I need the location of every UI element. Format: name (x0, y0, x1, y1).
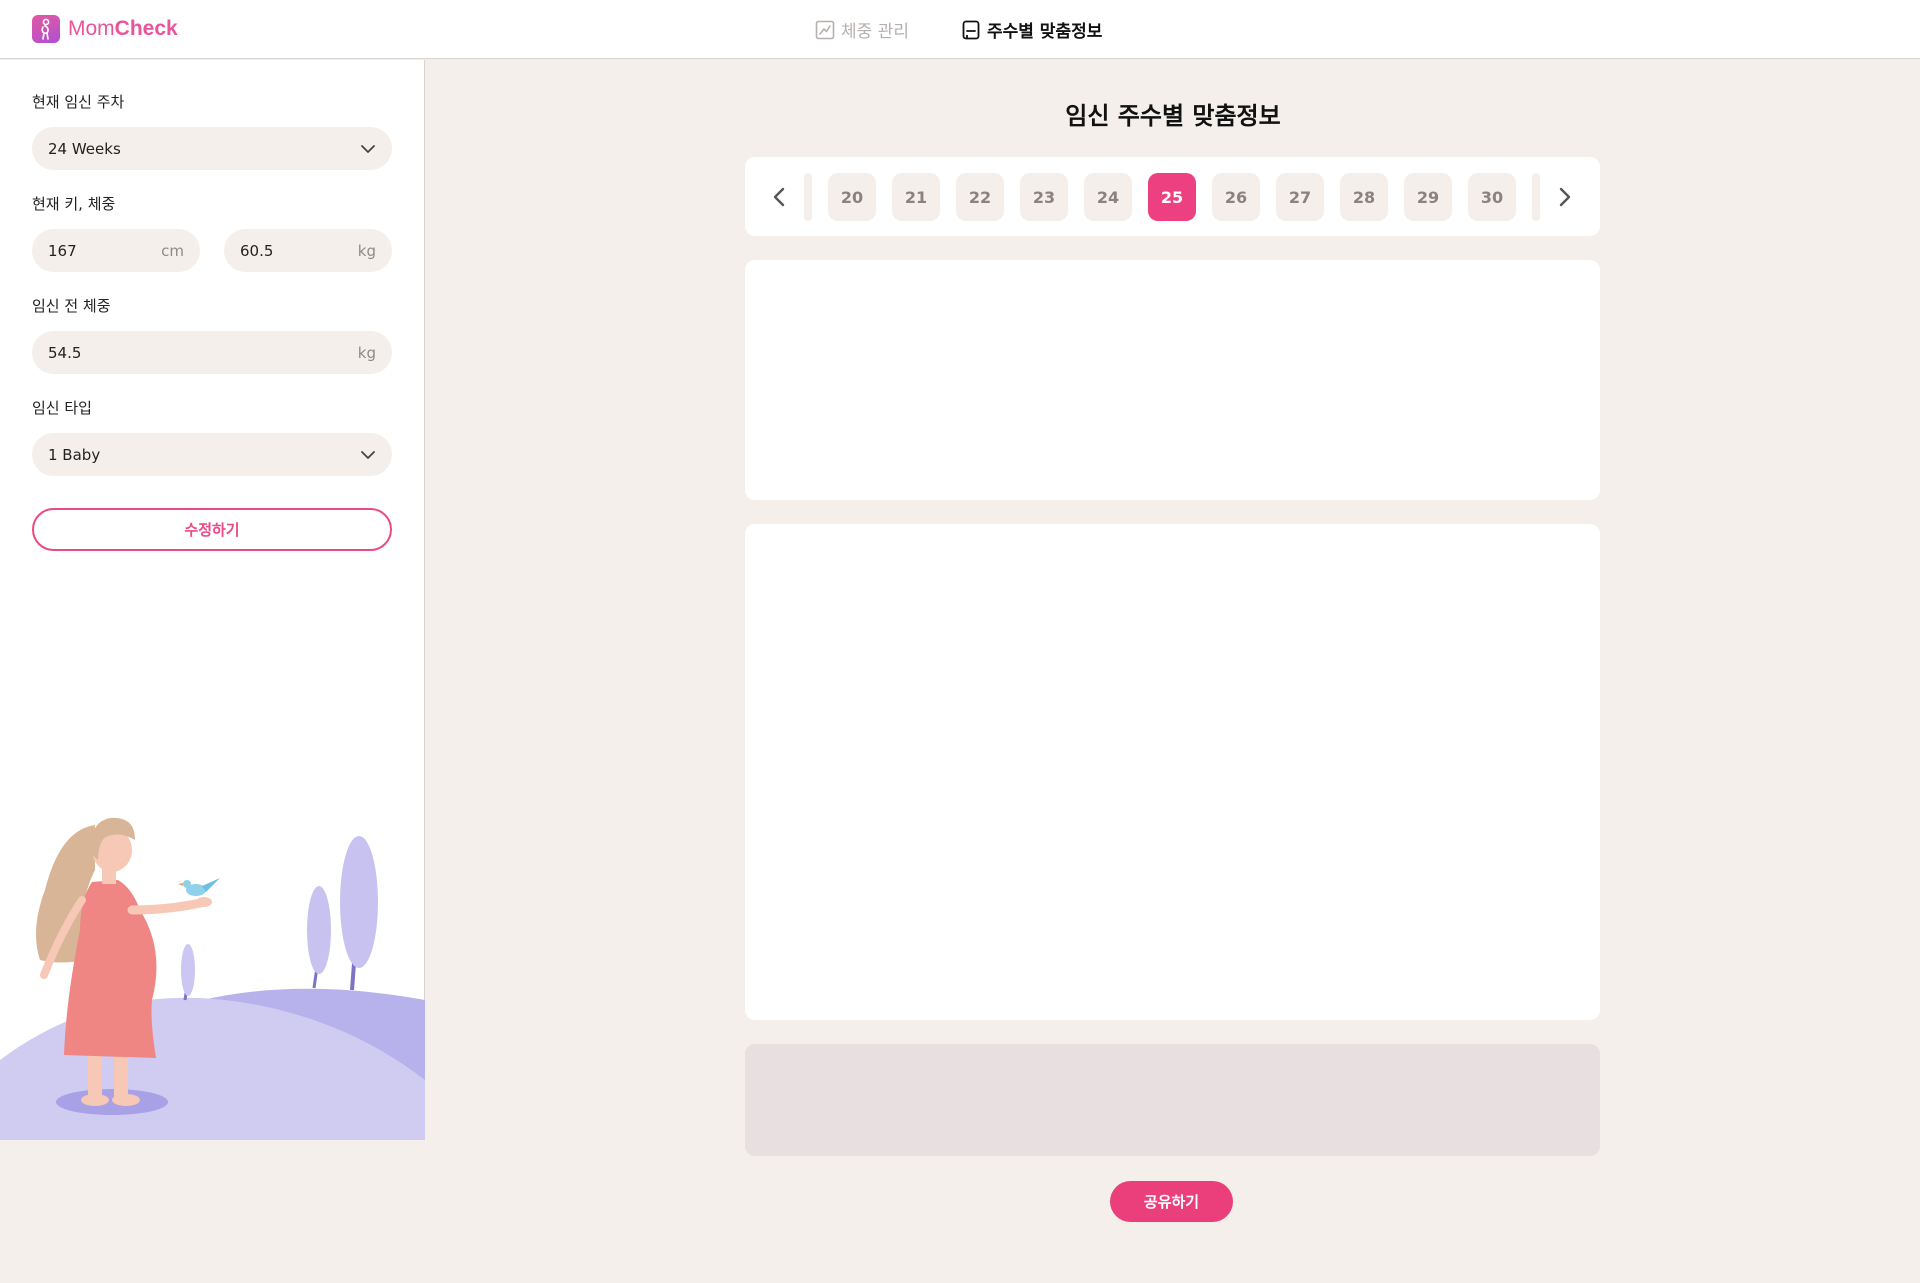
main-nav: 체중 관리 주수별 맞춤정보 (815, 17, 1102, 42)
logo-text-check: Check (114, 17, 178, 40)
week-chip-partial (804, 173, 812, 221)
nav-weight-management-label: 체중 관리 (841, 22, 909, 42)
nav-weight-management[interactable]: 체중 관리 (815, 17, 909, 42)
pregnancy-type-field-label: 임신 타입 (32, 399, 92, 417)
prepregnancy-weight-value: 54.5 (48, 343, 82, 362)
share-button[interactable]: 공유하기 (1110, 1181, 1233, 1222)
week-select-value: 24 Weeks (48, 139, 121, 158)
week-chip[interactable]: 28 (1340, 173, 1388, 221)
logo-icon (32, 15, 60, 43)
prev-week-button[interactable] (761, 177, 797, 217)
week-chip[interactable]: 30 (1468, 173, 1516, 221)
week-chip-partial (1532, 173, 1540, 221)
pregnancy-type-select[interactable]: 1 Baby (32, 433, 392, 476)
weight-input-value: 60.5 (240, 241, 274, 260)
weight-input[interactable]: 60.5 kg (224, 229, 392, 272)
top-header: MomCheck 체중 관리 주수별 맞춤정보 (0, 0, 1920, 59)
week-chip[interactable]: 27 (1276, 173, 1324, 221)
height-unit: cm (161, 241, 184, 260)
prepregnancy-weight-input[interactable]: 54.5 kg (32, 331, 392, 374)
week-chip[interactable]: 21 (892, 173, 940, 221)
week-selector: 20 21 22 23 24 25 26 27 28 29 30 (745, 157, 1600, 236)
week-chip[interactable]: 22 (956, 173, 1004, 221)
chart-line-icon (815, 20, 835, 40)
week-field-label: 현재 임신 주차 (32, 93, 125, 111)
chevron-right-icon (1559, 187, 1571, 207)
week-chip[interactable]: 23 (1020, 173, 1068, 221)
info-card-muted (745, 1044, 1600, 1156)
chevron-left-icon (773, 187, 785, 207)
next-week-button[interactable] (1547, 177, 1583, 217)
chevron-down-icon (360, 144, 376, 154)
week-chip[interactable]: 26 (1212, 173, 1260, 221)
prepregnancy-weight-unit: kg (357, 343, 376, 362)
pregnant-woman-illustration (0, 760, 425, 1140)
prepregnancy-weight-field-label: 임신 전 체중 (32, 297, 111, 315)
week-chip[interactable]: 20 (828, 173, 876, 221)
height-weight-field-label: 현재 키, 체중 (32, 195, 116, 213)
height-input[interactable]: 167 cm (32, 229, 200, 272)
week-select[interactable]: 24 Weeks (32, 127, 392, 170)
pregnancy-type-value: 1 Baby (48, 445, 101, 464)
week-chip-selected[interactable]: 25 (1148, 173, 1196, 221)
info-card-main (745, 524, 1600, 1020)
page-title: 임신 주수별 맞춤정보 (1065, 102, 1281, 130)
weight-unit: kg (357, 241, 376, 260)
logo[interactable]: MomCheck (32, 15, 178, 43)
nav-weekly-info[interactable]: 주수별 맞춤정보 (961, 17, 1102, 42)
info-card-top (745, 260, 1600, 500)
chevron-down-icon (360, 450, 376, 460)
logo-text-mom: Mom (68, 17, 115, 40)
logo-text: MomCheck (68, 17, 178, 41)
notebook-icon (961, 20, 981, 40)
height-input-value: 167 (48, 241, 77, 260)
edit-button[interactable]: 수정하기 (32, 508, 392, 551)
nav-weekly-info-label: 주수별 맞춤정보 (986, 22, 1103, 42)
week-chip[interactable]: 24 (1084, 173, 1132, 221)
week-chip[interactable]: 29 (1404, 173, 1452, 221)
sidebar: 현재 임신 주차 24 Weeks 현재 키, 체중 167 cm 60.5 k… (0, 60, 425, 1140)
